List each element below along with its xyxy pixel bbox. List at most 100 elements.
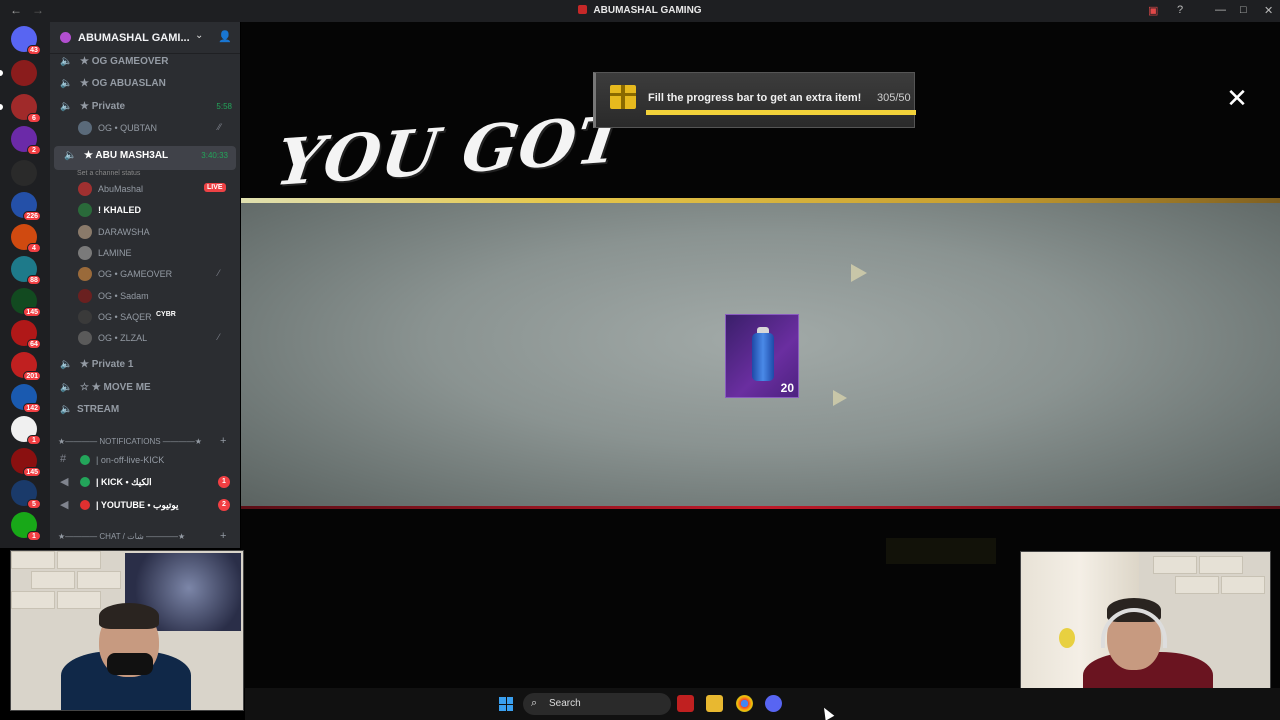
- window-title-text: ABUMASHAL GAMING: [593, 5, 702, 16]
- voice-user[interactable]: OG • SAQER CYBR: [50, 307, 240, 327]
- windows-start-icon[interactable]: [499, 697, 513, 711]
- add-user-icon[interactable]: 👤: [218, 30, 232, 43]
- muted-icon: ⁄⁄: [218, 122, 222, 132]
- voice-channel-label: STREAM: [77, 404, 120, 415]
- category-notifications[interactable]: ★———— NOTIFICATIONS ————★ +: [50, 435, 240, 449]
- reward-item-card[interactable]: 20: [725, 314, 799, 398]
- server-header[interactable]: ABUMASHAL GAMI... ⌄ 👤: [50, 22, 240, 54]
- server-icon[interactable]: 145: [11, 288, 41, 317]
- search-label: Search: [549, 698, 581, 709]
- voice-user[interactable]: OG • QUBTAN ⁄⁄: [50, 118, 240, 138]
- server-icon[interactable]: [11, 60, 37, 86]
- voice-channel-label: ★ Private 1: [80, 359, 134, 370]
- sparkle-arrow-icon: [833, 390, 847, 406]
- server-icon[interactable]: 88: [11, 256, 41, 285]
- maximize-icon[interactable]: □: [1240, 4, 1247, 16]
- close-window-icon[interactable]: ✕: [1264, 4, 1273, 17]
- server-icon[interactable]: 1: [11, 512, 41, 541]
- server-icon[interactable]: 6: [11, 94, 41, 123]
- server-icon[interactable]: 5: [11, 480, 41, 509]
- category-label: ★———— CHAT / شات ————★: [58, 532, 186, 541]
- voice-user-name: OG • QUBTAN: [98, 123, 157, 133]
- voice-user[interactable]: AbuMashal LIVE: [50, 179, 240, 199]
- mention-count: 2: [218, 499, 230, 511]
- desktop: ← → ABUMASHAL GAMING ▣ ? — □ ✕ 43 6 2 22…: [0, 0, 1280, 720]
- server-icon[interactable]: 4: [11, 224, 41, 253]
- progress-bar: [646, 110, 916, 115]
- avatar: [78, 289, 92, 303]
- speaker-icon: 🔈: [64, 150, 77, 161]
- inbox-icon[interactable]: ▣: [1148, 4, 1158, 17]
- voice-channel[interactable]: 🔈 ★ OG GAMEOVER: [50, 52, 240, 72]
- server-icon[interactable]: 142: [11, 384, 41, 413]
- voice-user[interactable]: LAMINE: [50, 243, 240, 263]
- voice-channel[interactable]: 🔈 ★ Private 5:58: [50, 97, 240, 117]
- voice-user[interactable]: DARAWSHA: [50, 222, 240, 242]
- category-chat[interactable]: ★———— CHAT / شات ————★ +: [50, 530, 240, 544]
- voice-channel-active[interactable]: 🔈 ★ ABU MASH3AL 3:40:33: [54, 146, 236, 170]
- server-badge: 1: [27, 435, 41, 445]
- help-icon[interactable]: ?: [1177, 4, 1183, 16]
- title-bar: ← → ABUMASHAL GAMING ▣ ? — □ ✕: [0, 0, 1280, 22]
- banner-top-stripe: [241, 198, 1280, 203]
- home-icon[interactable]: 43: [11, 26, 41, 55]
- app-icon[interactable]: [677, 695, 694, 712]
- voice-channel-timer: 3:40:33: [201, 151, 228, 160]
- server-icon[interactable]: 64: [11, 320, 41, 349]
- chrome-icon[interactable]: [736, 695, 753, 712]
- server-badge: 5: [27, 499, 41, 509]
- wall-brick: [1221, 576, 1265, 594]
- voice-user-name: AbuMashal: [98, 184, 144, 194]
- server-badge: 4: [27, 243, 41, 253]
- speaker-icon: 🔈: [60, 382, 73, 393]
- avatar: [78, 121, 92, 135]
- muted-icon: ⁄: [218, 332, 220, 342]
- server-icon[interactable]: 226: [11, 192, 41, 221]
- server-icon[interactable]: 145: [11, 448, 41, 477]
- flower-vase: [1059, 628, 1075, 648]
- discord-icon[interactable]: [765, 695, 782, 712]
- announcement-channel[interactable]: ◀ | KICK • الكيك 1: [50, 472, 240, 492]
- mention-count: 1: [218, 476, 230, 488]
- text-channel[interactable]: # | on-off-live-KICK: [50, 450, 240, 470]
- voice-user[interactable]: OG • Sadam: [50, 286, 240, 306]
- avatar: [78, 331, 92, 345]
- status-dot: [80, 477, 90, 487]
- voice-channel-timer: 5:58: [216, 102, 232, 111]
- close-icon[interactable]: ✕: [1225, 85, 1249, 111]
- speaker-icon: 🔈: [60, 101, 73, 112]
- server-name: ABUMASHAL GAMI...: [78, 32, 190, 44]
- voice-user[interactable]: OG • GAMEOVER ⁄: [50, 264, 240, 284]
- voice-channel[interactable]: 🔈 STREAM: [50, 400, 240, 420]
- voice-user-name: DARAWSHA: [98, 227, 150, 237]
- voice-user-name: OG • GAMEOVER: [98, 269, 173, 279]
- voice-user[interactable]: ! KHALED: [50, 200, 240, 220]
- avatar: [78, 267, 92, 281]
- face-mask: [107, 653, 153, 675]
- add-channel-icon[interactable]: +: [220, 435, 226, 447]
- voice-user[interactable]: OG • ZLZAL ⁄: [50, 328, 240, 348]
- chevron-down-icon[interactable]: ⌄: [195, 30, 203, 41]
- minimize-icon[interactable]: —: [1215, 4, 1226, 16]
- app-logo-icon: [578, 5, 588, 14]
- voice-channel[interactable]: 🔈 ★ Private 1: [50, 355, 240, 375]
- add-channel-icon[interactable]: +: [220, 530, 226, 542]
- announcement-channel[interactable]: ◀ | YOUTUBE • يوتيوب 2: [50, 495, 240, 515]
- server-icon[interactable]: 2: [11, 126, 41, 155]
- voice-channel[interactable]: 🔈 ☆ ★ MOVE ME: [50, 378, 240, 398]
- you-got-headline: YOU GOT: [271, 102, 632, 201]
- speaker-icon: 🔈: [60, 78, 73, 89]
- taskbar-search[interactable]: ⌕ Search: [523, 693, 671, 715]
- server-icon[interactable]: 1: [11, 416, 41, 445]
- channel-status-hint[interactable]: Set a channel status: [77, 170, 140, 177]
- server-icon[interactable]: [11, 160, 37, 186]
- gift-icon: [610, 85, 636, 109]
- voice-user-name: ! KHALED: [98, 205, 141, 215]
- unread-pip: [0, 70, 3, 76]
- progress-count: 305/50: [877, 92, 911, 104]
- server-icon[interactable]: 201: [11, 352, 41, 381]
- extra-item-progress: Fill the progress bar to get an extra it…: [593, 72, 916, 128]
- voice-channel[interactable]: 🔈 ★ OG ABUASLAN: [50, 74, 240, 94]
- banner-bottom-stripe: [241, 506, 1280, 509]
- file-explorer-icon[interactable]: [706, 695, 723, 712]
